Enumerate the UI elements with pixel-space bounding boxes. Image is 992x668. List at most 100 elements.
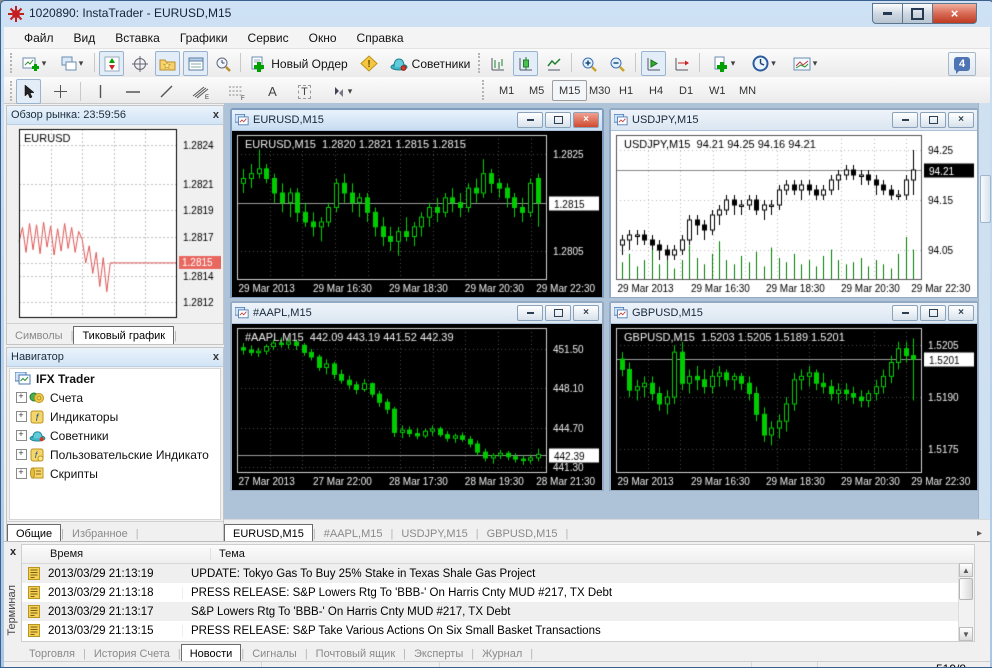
timeframe-button-M1[interactable]: M1 <box>492 80 521 101</box>
menu-item-6[interactable]: Справка <box>347 29 414 47</box>
candlestick-chart-usdjpy[interactable] <box>611 131 977 297</box>
terminal-tab-0[interactable]: Торговля <box>21 646 83 662</box>
label-tool-button[interactable]: T <box>292 79 317 104</box>
strategy-tester-button[interactable] <box>211 51 236 76</box>
chart-window-titlebar[interactable]: GBPUSD,M15 × <box>611 303 977 324</box>
scrollbar-thumb[interactable] <box>980 175 991 223</box>
terminal-tab-3[interactable]: Сигналы <box>244 646 305 662</box>
status-one-click-trading[interactable]: IFX One Click Trading <box>262 662 440 668</box>
timeframe-button-H4[interactable]: H4 <box>642 80 670 101</box>
terminal-tab-4[interactable]: Почтовый ящик <box>308 646 403 662</box>
child-minimize-button[interactable] <box>892 305 918 321</box>
chart-window-titlebar[interactable]: USDJPY,M15 × <box>611 110 977 131</box>
expand-plus-icon[interactable]: + <box>16 430 27 441</box>
navigator-toggle-button[interactable] <box>155 51 180 76</box>
tick-chart[interactable] <box>9 126 221 322</box>
tree-item-2[interactable]: +Советники <box>10 426 220 445</box>
navigator-header[interactable]: Навигатор x <box>7 348 223 367</box>
candlestick-chart-button[interactable] <box>513 51 538 76</box>
child-restore-button[interactable] <box>545 112 571 128</box>
navigator-tab-0[interactable]: Общие <box>7 524 61 542</box>
new-order-button[interactable]: Новый Ордер <box>246 51 352 76</box>
arrows-tool-button[interactable]: ▾ <box>324 79 360 104</box>
child-minimize-button[interactable] <box>517 305 543 321</box>
news-row-0[interactable]: 2013/03/29 21:13:19UPDATE: Tokyo Gas To … <box>22 564 974 583</box>
tree-item-0[interactable]: +Счета <box>10 388 220 407</box>
trendline-tool-button[interactable] <box>154 79 179 104</box>
expand-plus-icon[interactable]: + <box>16 411 27 422</box>
horizontal-line-tool-button[interactable] <box>120 79 145 104</box>
terminal-tab-2[interactable]: Новости <box>181 644 242 662</box>
chart-window-eurusd[interactable]: EURUSD,M15 × <box>230 108 604 298</box>
close-icon[interactable]: x <box>213 351 219 363</box>
child-close-button[interactable]: × <box>948 305 974 321</box>
expand-plus-icon[interactable]: + <box>16 392 27 403</box>
scroll-down-arrow[interactable]: ▼ <box>959 627 973 641</box>
candlestick-chart-gbpusd[interactable] <box>611 324 977 490</box>
news-scrollbar[interactable]: ▲ ▼ <box>958 563 974 641</box>
advisors-button[interactable]: Советники <box>386 51 474 76</box>
expand-plus-icon[interactable]: + <box>16 449 27 460</box>
news-table-header[interactable]: Время Тема <box>22 545 974 564</box>
tree-root-ifx-trader[interactable]: IFX Trader <box>10 369 220 388</box>
window-maximize-button[interactable] <box>902 3 933 24</box>
menu-item-0[interactable]: Файл <box>14 29 64 47</box>
child-close-button[interactable]: × <box>573 305 599 321</box>
menu-item-1[interactable]: Вид <box>64 29 106 47</box>
candlestick-chart-eurusd[interactable] <box>232 131 602 297</box>
chart-window-titlebar[interactable]: EURUSD,M15 × <box>232 110 602 131</box>
child-close-button[interactable]: × <box>573 112 599 128</box>
timeframe-button-M5[interactable]: M5 <box>522 80 551 101</box>
tree-item-1[interactable]: +fИндикаторы <box>10 407 220 426</box>
chart-window-aapl[interactable]: #AAPL,M15 × <box>230 301 604 491</box>
chart-tab-2[interactable]: USDJPY,M15 <box>393 526 475 542</box>
line-chart-button[interactable] <box>541 51 566 76</box>
periods-button[interactable]: ▾ <box>745 51 783 76</box>
new-chart-button[interactable]: ▾ <box>16 51 52 76</box>
vertical-line-tool-button[interactable] <box>88 79 113 104</box>
menu-item-4[interactable]: Сервис <box>238 29 299 47</box>
data-window-button[interactable] <box>127 51 152 76</box>
terminal-tab-5[interactable]: Эксперты <box>406 646 471 662</box>
child-restore-button[interactable] <box>920 112 946 128</box>
timeframe-button-D1[interactable]: D1 <box>672 80 700 101</box>
menu-item-3[interactable]: Графики <box>170 29 238 47</box>
chart-tab-1[interactable]: #AAPL,M15 <box>316 526 391 542</box>
candlestick-chart-aapl[interactable] <box>232 324 602 490</box>
fibonacci-tool-button[interactable]: F <box>224 79 249 104</box>
close-icon[interactable]: x <box>213 109 219 121</box>
column-header-topic[interactable]: Тема <box>211 548 245 560</box>
timeframe-button-H1[interactable]: H1 <box>612 80 640 101</box>
crosshair-tool-button[interactable] <box>48 79 73 104</box>
window-close-button[interactable]: × <box>932 3 977 24</box>
toolbar-grip[interactable] <box>482 80 488 100</box>
indicators-button[interactable]: ▾ <box>705 51 743 76</box>
close-icon[interactable]: x <box>10 546 16 558</box>
chart-window-usdjpy[interactable]: USDJPY,M15 × <box>609 108 979 298</box>
workspace-scrollbar[interactable] <box>978 103 990 519</box>
child-close-button[interactable]: × <box>948 112 974 128</box>
timeframe-button-MN[interactable]: MN <box>732 80 763 101</box>
zoom-in-button[interactable] <box>577 51 602 76</box>
column-header-time[interactable]: Время <box>22 548 211 560</box>
scroll-up-arrow[interactable]: ▲ <box>959 563 973 577</box>
menu-item-5[interactable]: Окно <box>299 29 347 47</box>
metaeditor-button[interactable]: ! <box>356 51 381 76</box>
market-watch-header[interactable]: Обзор рынка: 23:59:56 x <box>7 106 223 125</box>
news-row-3[interactable]: 2013/03/29 21:13:15PRESS RELEASE: S&P Ta… <box>22 621 974 640</box>
templates-button[interactable]: ▾ <box>785 51 825 76</box>
text-tool-button[interactable]: A <box>260 79 285 104</box>
news-row-1[interactable]: 2013/03/29 21:13:18PRESS RELEASE: S&P Lo… <box>22 583 974 602</box>
bar-chart-button[interactable] <box>485 51 510 76</box>
auto-scroll-button[interactable] <box>641 51 666 76</box>
tree-item-3[interactable]: +fПользовательские Индикато <box>10 445 220 464</box>
navigator-tab-1[interactable]: Избранное <box>64 526 136 542</box>
news-row-2[interactable]: 2013/03/29 21:13:17S&P Lowers Rtg To 'BB… <box>22 602 974 621</box>
chart-shift-button[interactable] <box>669 51 694 76</box>
channel-tool-button[interactable]: E <box>188 79 213 104</box>
cursor-tool-button[interactable] <box>16 79 41 104</box>
child-minimize-button[interactable] <box>517 112 543 128</box>
child-restore-button[interactable] <box>545 305 571 321</box>
chart-tab-3[interactable]: GBPUSD,M15 <box>479 526 566 542</box>
market-watch-toggle-button[interactable] <box>99 51 124 76</box>
